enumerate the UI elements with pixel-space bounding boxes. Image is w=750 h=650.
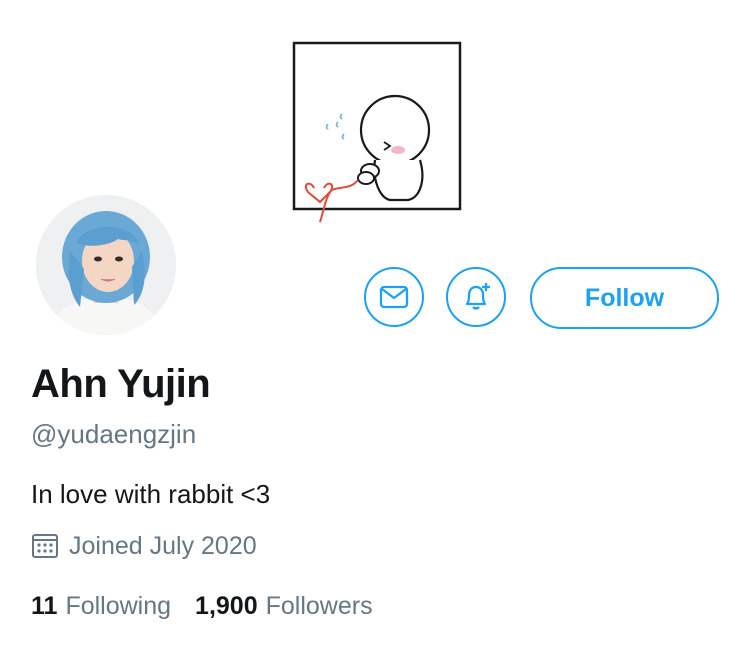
joined-date: Joined July 2020 [31,530,257,562]
profile-handle: @yudaengzjin [31,419,197,449]
followers-label: Followers [265,592,373,620]
bell-plus-icon [459,280,493,314]
calendar-icon [31,532,59,560]
avatar-photo [36,195,176,335]
followers-count: 1,900 [195,592,258,620]
envelope-icon [379,285,409,309]
profile-stats: 11 Following 1,900 Followers [31,590,397,622]
profile-banner[interactable] [280,30,480,230]
banner-illustration [292,41,462,223]
notifications-button[interactable] [446,267,506,327]
avatar[interactable] [36,195,176,335]
profile-bio: In love with rabbit <3 [31,479,271,509]
follow-button[interactable]: Follow [530,267,719,329]
following-link[interactable]: 11 Following [31,590,171,622]
message-button[interactable] [364,267,424,327]
follow-label: Follow [584,283,665,312]
profile-name: Ahn Yujin [31,362,211,406]
following-label: Following [65,592,172,620]
joined-text: Joined July 2020 [69,532,257,560]
following-count: 11 [31,592,58,620]
followers-link[interactable]: 1,900 Followers [195,590,373,622]
